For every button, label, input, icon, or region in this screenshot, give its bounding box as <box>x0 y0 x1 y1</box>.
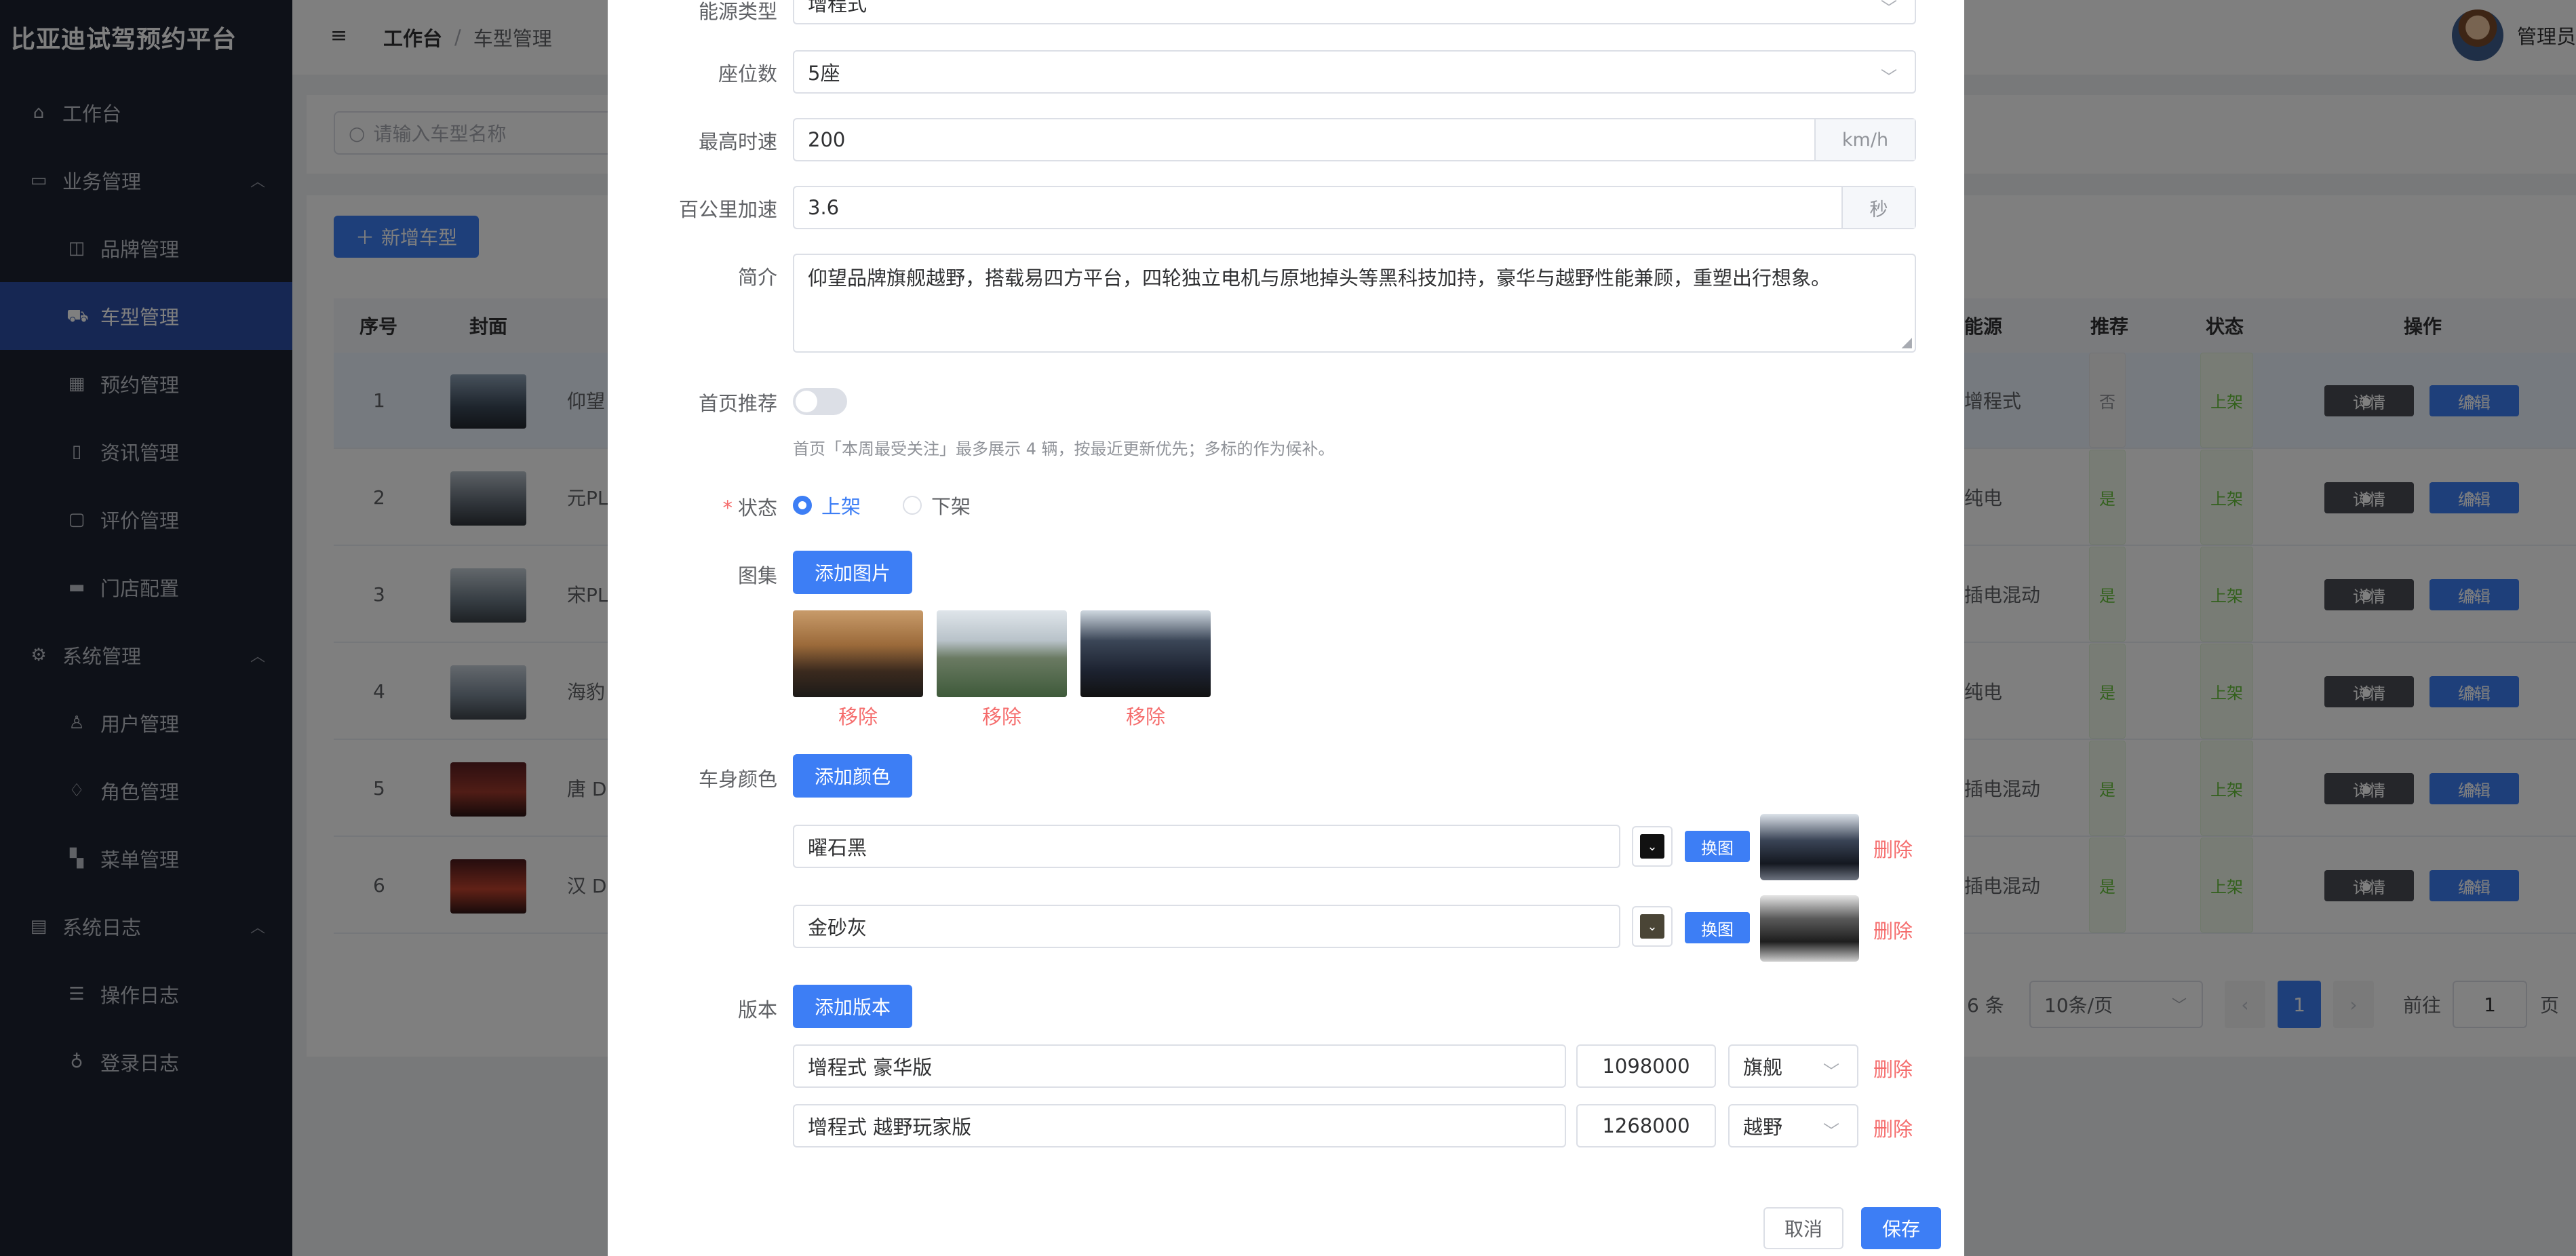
version-name-value-1: 增程式 豪华版 <box>808 1056 933 1079</box>
seats-label: 座位数 <box>718 62 777 85</box>
swap-image-button-2[interactable]: 换图 <box>1685 912 1750 943</box>
add-version-button[interactable]: 添加版本 <box>793 985 912 1028</box>
accel-value: 3.6 <box>808 196 840 219</box>
switch-knob <box>796 391 817 412</box>
version-name-input-1[interactable]: 增程式 豪华版 <box>793 1044 1566 1088</box>
accel-input[interactable]: 3.6 秒 <box>793 186 1916 229</box>
remove-image-1[interactable]: 移除 <box>793 701 923 730</box>
color-name-input-2[interactable]: 金砂灰 <box>793 905 1620 948</box>
delete-version-1[interactable]: 删除 <box>1873 1054 1913 1082</box>
status-label: * 状态 <box>608 492 777 521</box>
chevron-down-icon: ﹀ <box>1823 1062 1839 1081</box>
status-radio-on[interactable]: 上架 <box>793 491 861 519</box>
status-radio-group: 上架 下架 <box>793 491 971 519</box>
energy-select[interactable]: 增程式 ﹀ <box>793 0 1916 24</box>
swap-image-button-1[interactable]: 换图 <box>1685 831 1750 862</box>
gallery-image-2 <box>937 610 1067 697</box>
add-image-button[interactable]: 添加图片 <box>793 551 912 594</box>
cancel-button[interactable]: 取消 <box>1763 1207 1843 1249</box>
delete-color-1[interactable]: 删除 <box>1873 834 1913 863</box>
chevron-down-icon: ﹀ <box>1823 1122 1839 1141</box>
seats-value: 5座 <box>808 62 840 85</box>
recommend-label: 首页推荐 <box>698 392 777 415</box>
color-name-input-1[interactable]: 曜石黑 <box>793 825 1620 868</box>
top-speed-input[interactable]: 200 km/h <box>793 118 1916 161</box>
version-tag-select-1[interactable]: 旗舰 ﹀ <box>1728 1044 1858 1088</box>
versions-label: 版本 <box>737 998 777 1021</box>
color-name-value-1: 曜石黑 <box>808 836 867 859</box>
color-picker-2[interactable]: ⌄ <box>1632 906 1673 947</box>
add-color-button[interactable]: 添加颜色 <box>793 754 912 798</box>
version-tag-value-2: 越野 <box>1743 1116 1783 1139</box>
remove-image-3[interactable]: 移除 <box>1080 701 1211 730</box>
resize-handle-icon[interactable]: ◢ <box>1902 332 1912 351</box>
status-option-on: 上架 <box>821 495 861 518</box>
colors-label: 车身颜色 <box>698 768 777 791</box>
gallery-image-3 <box>1080 610 1211 697</box>
version-price-value-2: 1268000 <box>1602 1114 1690 1137</box>
save-button[interactable]: 保存 <box>1861 1207 1941 1249</box>
version-tag-select-2[interactable]: 越野 ﹀ <box>1728 1104 1858 1147</box>
version-price-input-2[interactable]: 1268000 <box>1576 1104 1716 1147</box>
gallery-image-1 <box>793 610 923 697</box>
top-speed-label: 最高时速 <box>698 130 777 153</box>
status-label-text: 状态 <box>737 496 777 519</box>
top-speed-unit: km/h <box>1814 119 1915 160</box>
delete-version-2[interactable]: 删除 <box>1873 1114 1913 1142</box>
recommend-switch[interactable] <box>793 388 847 415</box>
intro-label: 简介 <box>737 266 777 289</box>
status-radio-off[interactable]: 下架 <box>903 491 971 519</box>
delete-color-2[interactable]: 删除 <box>1873 916 1913 944</box>
color-name-value-2: 金砂灰 <box>808 916 867 939</box>
chevron-down-icon: ⌄ <box>1640 834 1664 859</box>
color-picker-1[interactable]: ⌄ <box>1632 826 1673 867</box>
version-price-value-1: 1098000 <box>1602 1055 1690 1078</box>
color-image-1 <box>1760 814 1859 880</box>
status-option-off: 下架 <box>931 495 971 518</box>
version-name-value-2: 增程式 越野玩家版 <box>808 1116 972 1139</box>
seats-select[interactable]: 5座 ﹀ <box>793 50 1916 94</box>
radio-unchecked-icon <box>903 496 922 515</box>
color-image-2 <box>1760 895 1859 962</box>
radio-checked-icon <box>793 496 812 515</box>
version-price-input-1[interactable]: 1098000 <box>1576 1044 1716 1088</box>
chevron-down-icon: ⌄ <box>1640 914 1664 939</box>
version-tag-value-1: 旗舰 <box>1743 1056 1783 1079</box>
energy-value: 增程式 <box>808 0 867 16</box>
top-speed-value: 200 <box>808 128 846 151</box>
intro-textarea[interactable]: 仰望品牌旗舰越野，搭载易四方平台，四轮独立电机与原地掉头等黑科技加持，豪华与越野… <box>793 254 1916 353</box>
remove-image-2[interactable]: 移除 <box>937 701 1067 730</box>
version-name-input-2[interactable]: 增程式 越野玩家版 <box>793 1104 1566 1147</box>
energy-label: 能源类型 <box>698 0 777 23</box>
chevron-down-icon: ﹀ <box>1881 0 1897 18</box>
recommend-hint: 首页「本周最受关注」最多展示 4 辆，按最近更新优先；多标的作为候补。 <box>793 439 1335 458</box>
gallery-label: 图集 <box>737 564 777 587</box>
chevron-down-icon: ﹀ <box>1881 68 1897 87</box>
accel-label: 百公里加速 <box>678 198 777 221</box>
accel-unit: 秒 <box>1841 187 1915 228</box>
required-mark: * <box>722 496 733 519</box>
intro-value: 仰望品牌旗舰越野，搭载易四方平台，四轮独立电机与原地掉头等黑科技加持，豪华与越野… <box>808 267 1831 290</box>
